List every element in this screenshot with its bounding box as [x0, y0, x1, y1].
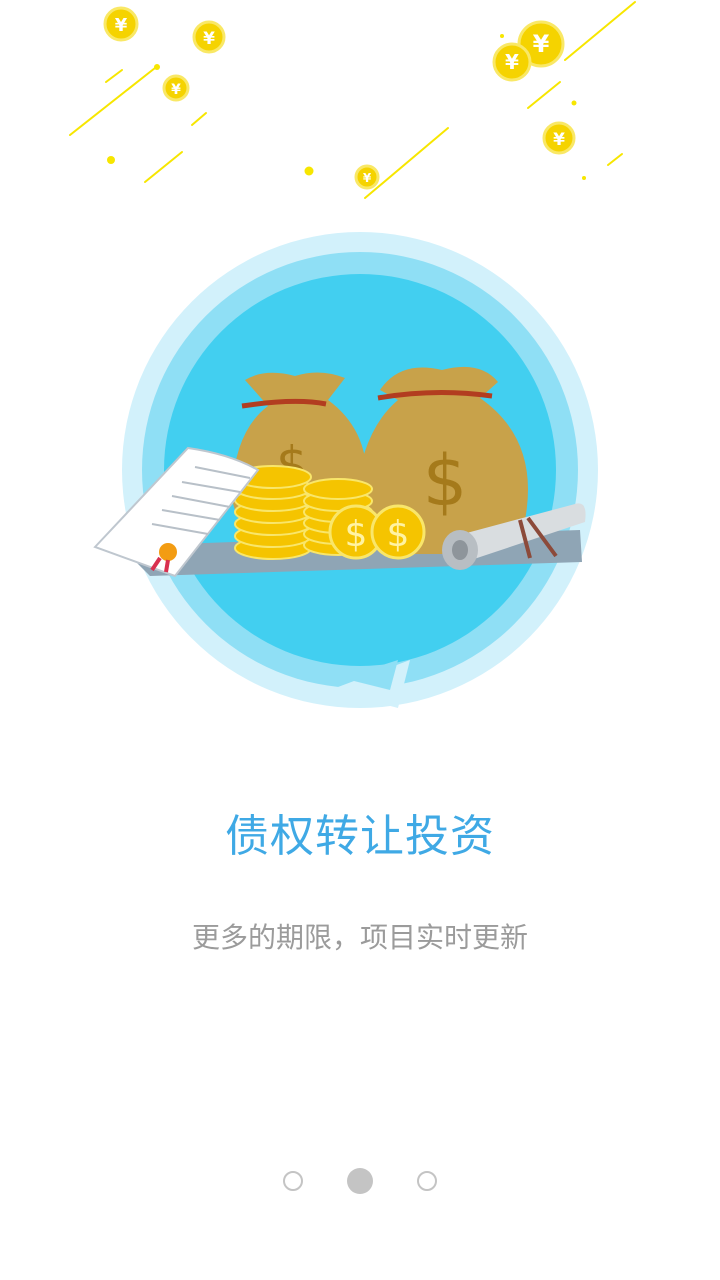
svg-text:¥: ¥	[171, 82, 181, 98]
page-indicator	[0, 1166, 720, 1196]
page-dot-1[interactable]	[283, 1171, 303, 1191]
page-subtitle: 更多的期限，项目实时更新	[191, 921, 528, 954]
svg-text:$: $	[345, 514, 368, 555]
svg-text:¥: ¥	[533, 30, 550, 58]
svg-text:¥: ¥	[553, 130, 565, 150]
svg-text:¥: ¥	[203, 29, 215, 49]
falling-coins-decoration: ¥ ¥ ¥ ¥ ¥ ¥ ¥	[69, 1, 636, 199]
page-dot-3[interactable]	[417, 1171, 437, 1191]
svg-text:¥: ¥	[363, 171, 372, 185]
page-title: 债权转让投资	[225, 811, 495, 862]
onboarding-screen: ¥ ¥ ¥ ¥ ¥ ¥ ¥ $ $ $ $ 债权转让投资 更多的期限，项目实时更…	[0, 0, 720, 1280]
investment-illustration: $ $ $ $	[93, 232, 598, 708]
svg-text:¥: ¥	[115, 15, 128, 36]
svg-text:$: $	[423, 440, 468, 522]
svg-text:¥: ¥	[505, 50, 519, 74]
page-dot-2[interactable]	[347, 1168, 373, 1194]
svg-text:$: $	[387, 514, 410, 555]
